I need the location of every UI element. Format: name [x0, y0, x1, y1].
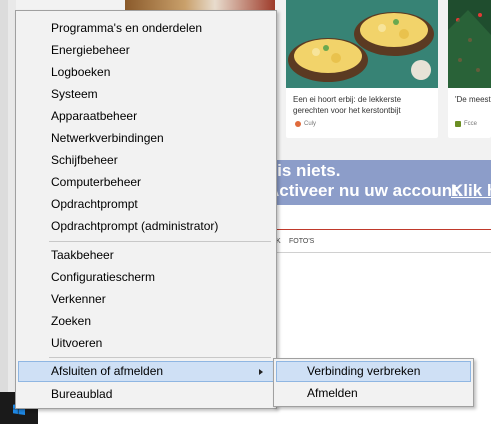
- menu-item-command-prompt[interactable]: Opdrachtprompt: [18, 194, 274, 215]
- menu-item-label: Verkenner: [51, 292, 106, 306]
- submenu-item-label: Afmelden: [307, 386, 358, 400]
- activation-banner[interactable]: Mis niets. Activeer nu uw account. Klik …: [263, 160, 491, 205]
- news-card-source: Culy: [295, 121, 316, 127]
- menu-item-system[interactable]: Systeem: [18, 84, 274, 105]
- menu-item-command-prompt-admin[interactable]: Opdrachtprompt (administrator): [18, 216, 274, 237]
- menu-item-label: Bureaublad: [51, 387, 113, 401]
- news-card-right-source-name: Fcce: [464, 121, 478, 127]
- menu-divider: [49, 357, 271, 358]
- menu-item-shutdown-signout[interactable]: Afsluiten of afmelden: [18, 361, 274, 382]
- submenu-item-label: Verbinding verbreken: [307, 364, 421, 378]
- news-card-partial-right[interactable]: 'De meeste Fcce: [448, 0, 491, 138]
- banner-link[interactable]: Klik h: [451, 181, 491, 201]
- shutdown-submenu: Verbinding verbreken Afmelden: [273, 358, 474, 407]
- menu-item-disk-management[interactable]: Schijfbeheer: [18, 150, 274, 171]
- menu-item-search[interactable]: Zoeken: [18, 311, 274, 332]
- news-card-right-title[interactable]: 'De meeste: [455, 94, 491, 105]
- menu-item-label: Logboeken: [51, 65, 111, 79]
- news-card-food-image: [286, 0, 438, 88]
- menu-item-label: Afsluiten of afmelden: [51, 364, 164, 378]
- nav-divider: [275, 229, 491, 230]
- power-user-menu: Programma's en onderdelen Energiebeheer …: [15, 10, 277, 409]
- menu-item-task-manager[interactable]: Taakbeheer: [18, 245, 274, 266]
- menu-item-file-explorer[interactable]: Verkenner: [18, 289, 274, 310]
- source-logo-icon: [455, 121, 461, 127]
- menu-item-label: Taakbeheer: [51, 248, 114, 262]
- menu-item-label: Configuratiescherm: [51, 270, 156, 284]
- menu-item-network-connections[interactable]: Netwerkverbindingen: [18, 128, 274, 149]
- menu-item-label: Uitvoeren: [51, 336, 103, 350]
- menu-item-label: Schijfbeheer: [51, 153, 118, 167]
- source-logo-icon: [295, 121, 301, 127]
- menu-item-event-viewer[interactable]: Logboeken: [18, 62, 274, 83]
- news-card-title[interactable]: Een ei hoort erbij: de lekkerste gerecht…: [293, 94, 433, 116]
- banner-line-2: Activeer nu uw account.: [267, 181, 463, 200]
- nav-item-fotos[interactable]: FOTO'S: [289, 238, 314, 245]
- menu-item-label: Programma's en onderdelen: [51, 21, 203, 35]
- menu-item-label: Systeem: [51, 87, 98, 101]
- menu-item-run[interactable]: Uitvoeren: [18, 333, 274, 354]
- menu-divider: [49, 241, 271, 242]
- menu-item-device-manager[interactable]: Apparaatbeheer: [18, 106, 274, 127]
- menu-item-computer-management[interactable]: Computerbeheer: [18, 172, 274, 193]
- chevron-right-icon: [259, 369, 263, 375]
- menu-item-label: Computerbeheer: [51, 175, 142, 189]
- submenu-item-disconnect[interactable]: Verbinding verbreken: [276, 361, 471, 382]
- menu-item-label: Energiebeheer: [51, 43, 130, 57]
- background-left-edge: [0, 0, 8, 410]
- menu-item-desktop[interactable]: Bureaublad: [18, 384, 274, 405]
- news-card-right-source: Fcce: [455, 121, 477, 127]
- menu-item-label: Apparaatbeheer: [51, 109, 138, 123]
- menu-item-label: Opdrachtprompt: [51, 197, 138, 211]
- menu-item-control-panel[interactable]: Configuratiescherm: [18, 267, 274, 288]
- news-card-right-image: [448, 0, 491, 88]
- menu-item-programs-features[interactable]: Programma's en onderdelen: [18, 18, 274, 39]
- menu-item-label: Netwerkverbindingen: [51, 131, 164, 145]
- submenu-item-sign-out[interactable]: Afmelden: [276, 383, 471, 404]
- news-card-source-name: Culy: [304, 121, 317, 127]
- menu-item-label: Zoeken: [51, 314, 92, 328]
- menu-item-power-options[interactable]: Energiebeheer: [18, 40, 274, 61]
- menu-item-label: Opdrachtprompt (administrator): [51, 219, 219, 233]
- news-card-food[interactable]: Een ei hoort erbij: de lekkerste gerecht…: [286, 0, 438, 138]
